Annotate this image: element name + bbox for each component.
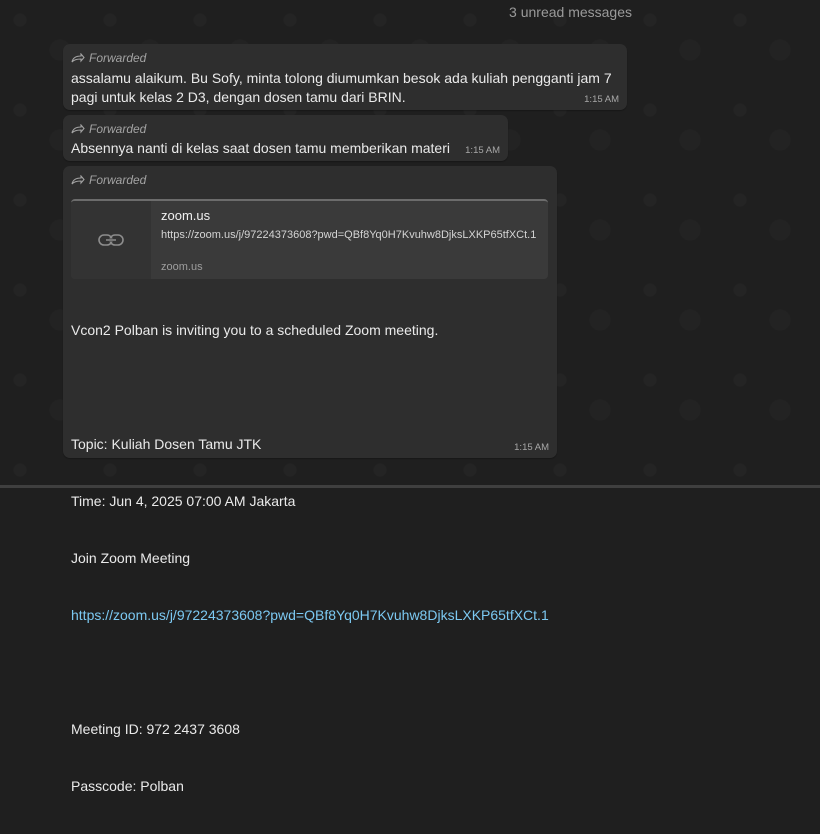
zoom-meeting-link[interactable]: https://zoom.us/j/97224373608?pwd=QBf8Yq… (71, 606, 549, 625)
invite-intro: Vcon2 Polban is inviting you to a schedu… (71, 322, 439, 338)
message-text: Absennya nanti di kelas saat dosen tamu … (71, 140, 450, 156)
link-preview-url: https://zoom.us/j/97224373608?pwd=QBf8Yq… (161, 229, 537, 241)
message-body: Vcon2 Polban is inviting you to a schedu… (71, 283, 549, 834)
link-icon (98, 234, 124, 246)
meeting-passcode: Passcode: Polban (71, 778, 184, 794)
meeting-topic: Topic: Kuliah Dosen Tamu JTK (71, 436, 262, 452)
meeting-time: Time: Jun 4, 2025 07:00 AM Jakarta (71, 493, 296, 509)
forwarded-label: Forwarded (89, 122, 147, 136)
unread-messages-divider: 3 unread messages (509, 4, 632, 20)
message-bubble[interactable]: Forwarded assalamu alaikum. Bu Sofy, min… (63, 44, 627, 110)
meeting-id: Meeting ID: 972 2437 3608 (71, 721, 240, 737)
forward-arrow-icon (71, 175, 85, 185)
forwarded-label: Forwarded (89, 173, 147, 187)
forwarded-label: Forwarded (89, 51, 147, 65)
forwarded-indicator: Forwarded (71, 51, 146, 65)
link-preview-title: zoom.us (161, 208, 211, 223)
forwarded-indicator: Forwarded (71, 122, 146, 136)
link-preview-thumbnail (71, 201, 151, 279)
message-time: 1:15 AM (465, 145, 500, 156)
message-time: 1:15 AM (584, 94, 619, 105)
message-time: 1:15 AM (514, 442, 549, 453)
forward-arrow-icon (71, 124, 85, 134)
link-preview-card[interactable]: zoom.us https://zoom.us/j/97224373608?pw… (71, 199, 548, 279)
join-zoom-label: Join Zoom Meeting (71, 550, 191, 566)
forwarded-indicator: Forwarded (71, 173, 146, 187)
message-bubble[interactable]: Forwarded zoom.us https://zoom.us/j/9722… (63, 166, 557, 794)
message-text: assalamu alaikum. Bu Sofy, minta tolong … (71, 70, 616, 105)
message-bubble[interactable]: Forwarded Absennya nanti di kelas saat d… (63, 115, 508, 161)
link-preview-domain: zoom.us (161, 261, 203, 273)
forward-arrow-icon (71, 53, 85, 63)
